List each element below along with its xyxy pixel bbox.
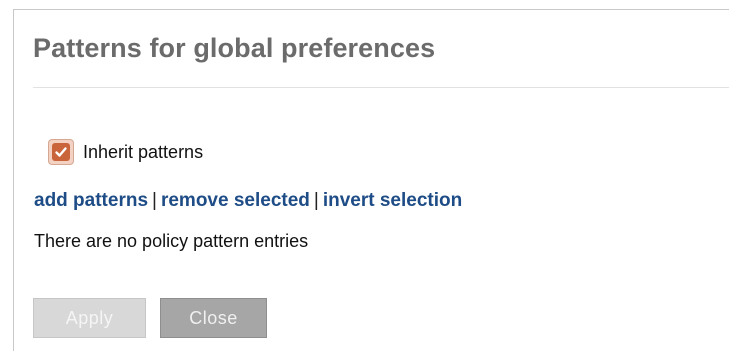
apply-button[interactable]: Apply bbox=[33, 298, 146, 338]
checkbox-fill bbox=[52, 143, 70, 161]
empty-patterns-message: There are no policy pattern entries bbox=[34, 231, 309, 251]
dialog-title: Patterns for global preferences bbox=[33, 33, 436, 63]
inherit-patterns-row: Inherit patterns bbox=[48, 138, 203, 166]
remove-selected-link[interactable]: remove selected bbox=[161, 190, 310, 211]
inherit-patterns-checkbox[interactable] bbox=[48, 139, 74, 165]
close-button[interactable]: Close bbox=[160, 298, 267, 338]
title-divider bbox=[33, 87, 729, 88]
pattern-actions: add patterns | remove selected | invert sele… bbox=[34, 190, 462, 212]
separator: | bbox=[152, 190, 157, 211]
invert-selection-link[interactable]: invert selection bbox=[323, 190, 462, 211]
checkmark-icon bbox=[55, 147, 67, 157]
patterns-dialog: Patterns for global preferences Inherit … bbox=[13, 9, 729, 351]
add-patterns-link[interactable]: add patterns bbox=[34, 190, 148, 211]
inherit-patterns-label: Inherit patterns bbox=[83, 141, 204, 162]
separator: | bbox=[313, 190, 319, 211]
